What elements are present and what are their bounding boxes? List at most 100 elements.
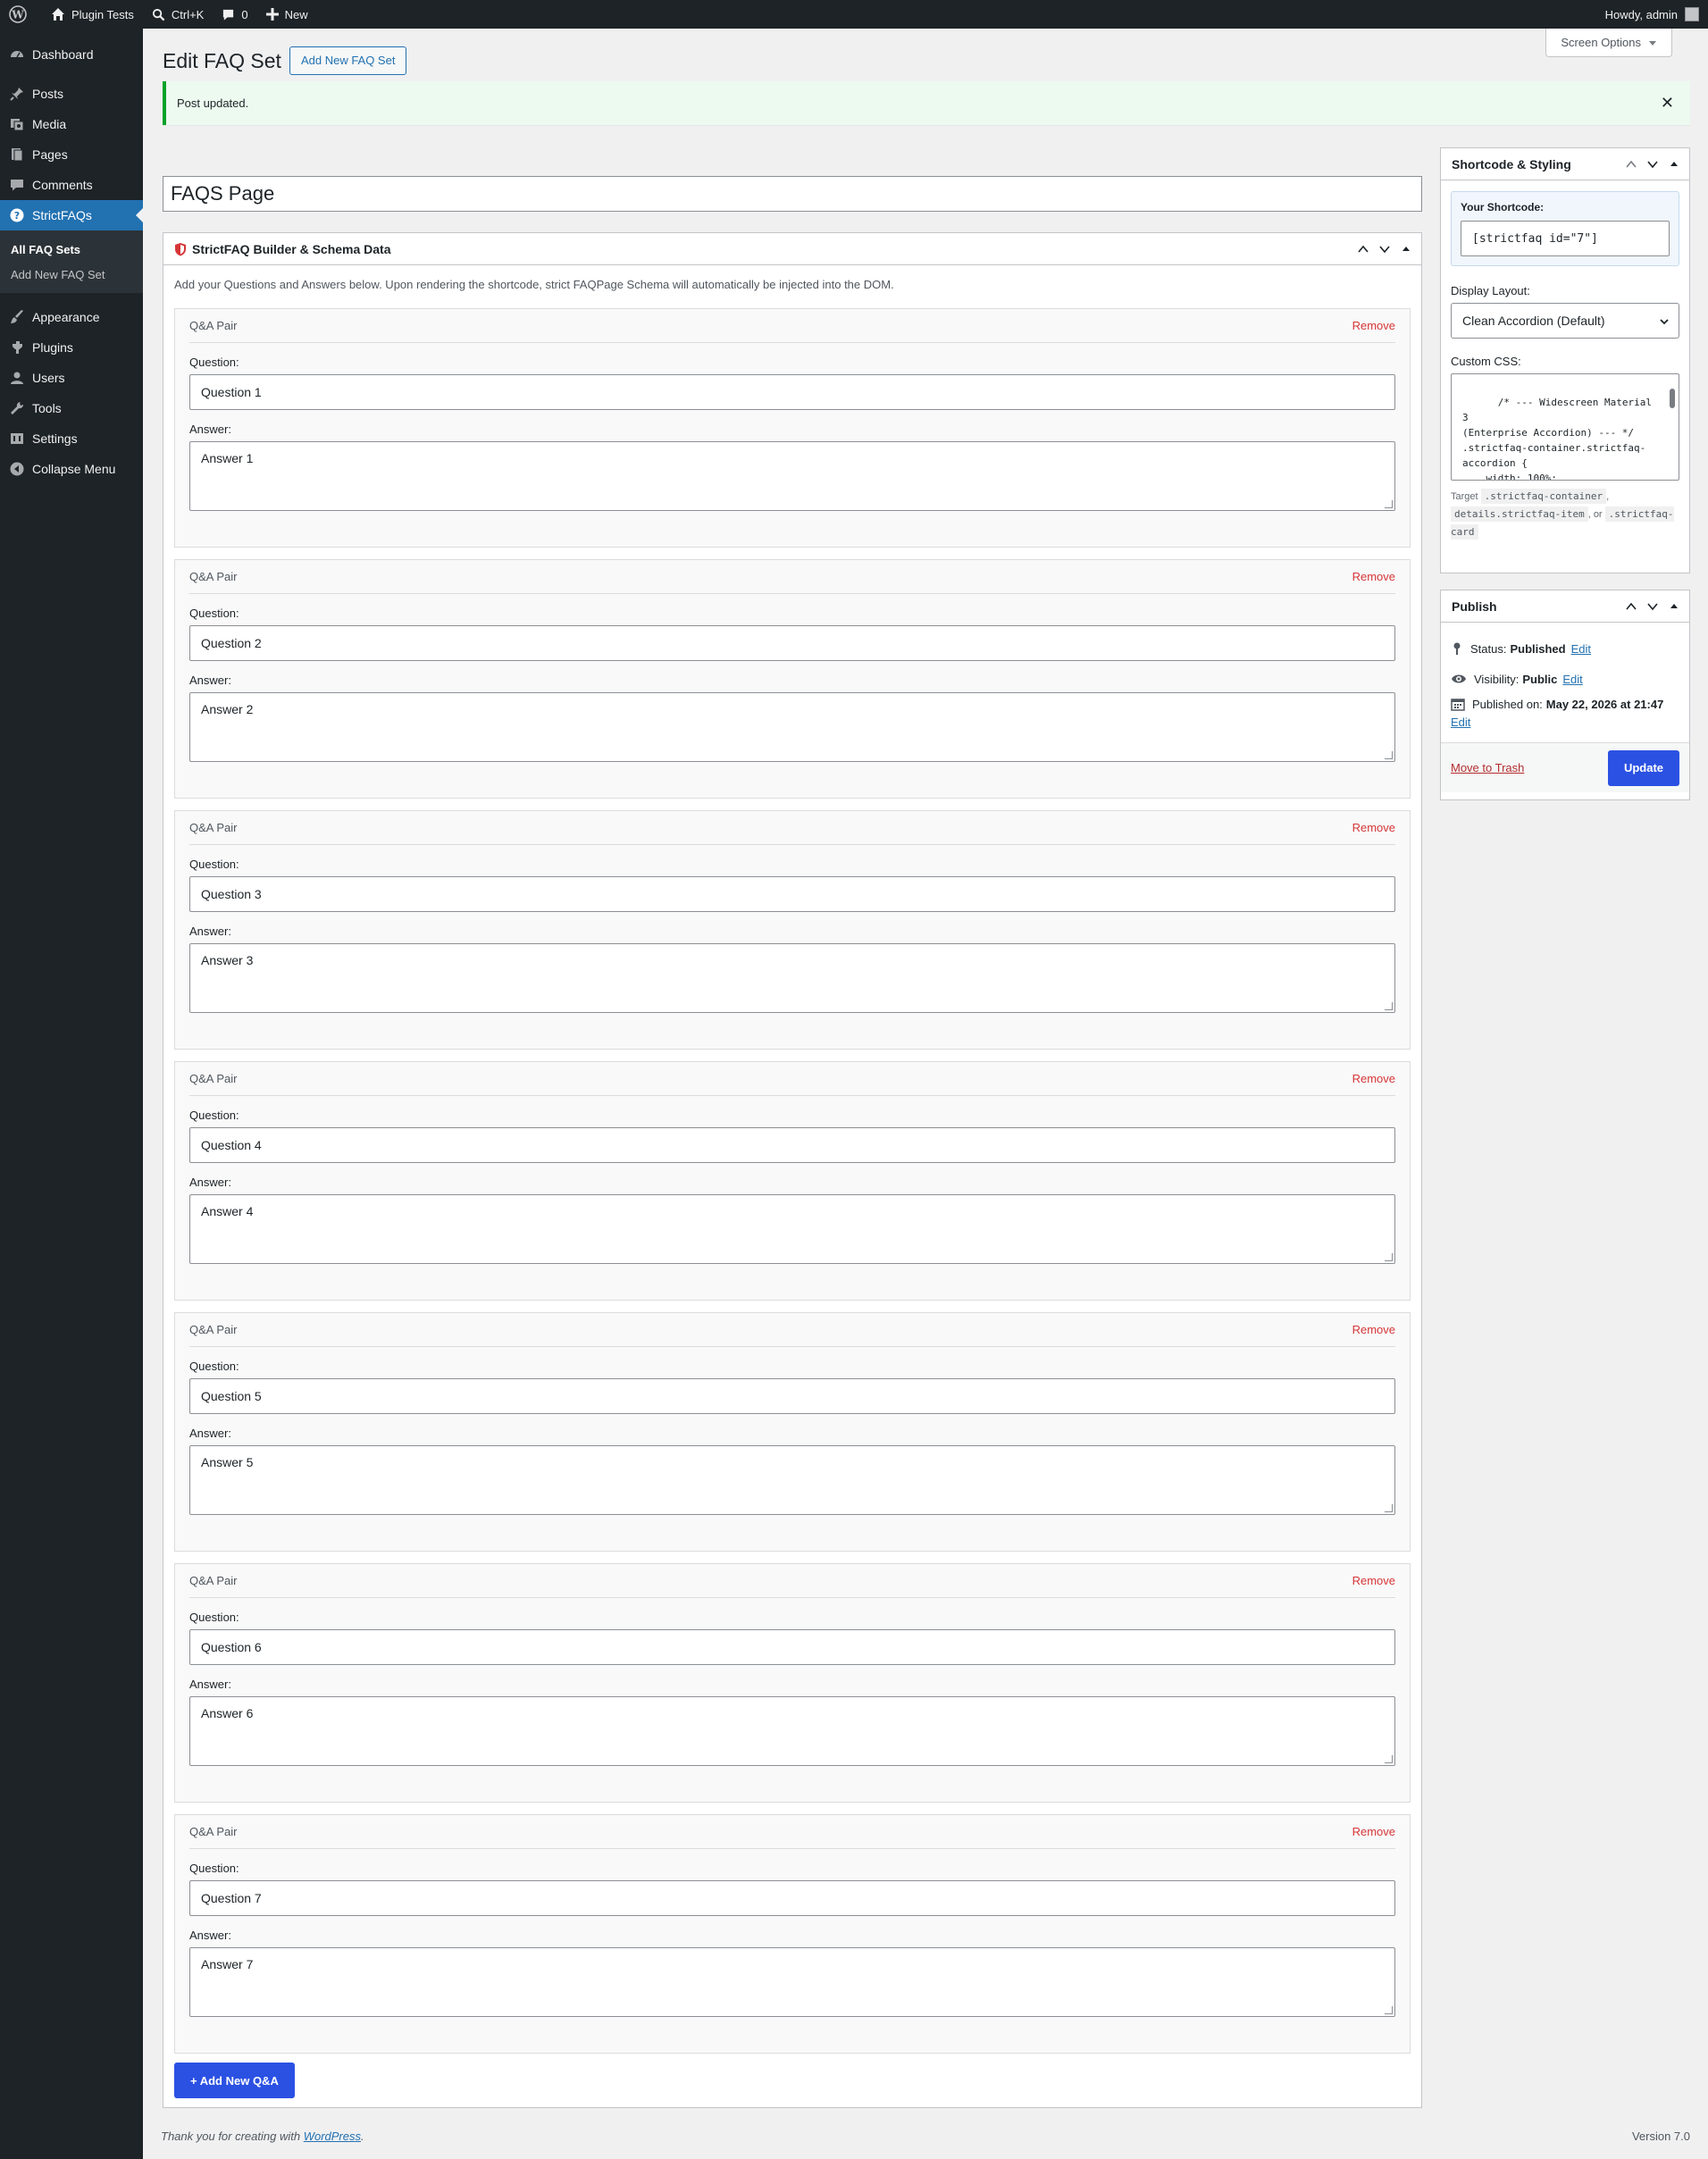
publish-metabox: Publish Status: Published Edit Visibility… bbox=[1440, 590, 1690, 800]
comments-link[interactable]: 0 bbox=[213, 0, 256, 29]
answer-textarea[interactable]: Answer 3 bbox=[189, 943, 1395, 1013]
shortcode-input[interactable]: [strictfaq id="7"] bbox=[1461, 221, 1670, 256]
site-name-link[interactable]: Plugin Tests bbox=[42, 0, 143, 29]
builder-header: StrictFAQ Builder & Schema Data bbox=[163, 233, 1421, 265]
screen-options-button[interactable]: Screen Options bbox=[1545, 29, 1672, 57]
move-up-chevron-icon[interactable] bbox=[1355, 241, 1371, 257]
menu-appearance-label: Appearance bbox=[32, 310, 100, 324]
menu-users[interactable]: Users bbox=[0, 363, 143, 393]
add-new-qa-button[interactable]: + Add New Q&A bbox=[174, 2063, 295, 2098]
menu-settings-label: Settings bbox=[32, 431, 78, 446]
remove-qa-link[interactable]: Remove bbox=[1352, 1323, 1395, 1336]
remove-qa-link[interactable]: Remove bbox=[1352, 821, 1395, 834]
paintbrush-icon bbox=[11, 310, 23, 323]
toggle-panel-caret-icon[interactable] bbox=[1666, 156, 1682, 172]
new-label: New bbox=[284, 7, 308, 21]
shortcode-box-title: Shortcode & Styling bbox=[1452, 156, 1571, 172]
custom-css-label: Custom CSS: bbox=[1451, 355, 1521, 368]
my-account[interactable]: Howdy, admin bbox=[1605, 7, 1708, 21]
answer-label: Answer: bbox=[189, 1929, 231, 1942]
qa-pair-label: Q&A Pair bbox=[189, 1574, 238, 1587]
search-shortcut: Ctrl+K bbox=[171, 7, 205, 21]
menu-dashboard[interactable]: Dashboard bbox=[0, 39, 143, 70]
menu-comments[interactable]: Comments bbox=[0, 170, 143, 200]
answer-label: Answer: bbox=[189, 1176, 231, 1189]
move-down-chevron-icon[interactable] bbox=[1645, 598, 1661, 615]
question-input[interactable]: Question 7 bbox=[189, 1880, 1395, 1916]
shortcode-panel: Your Shortcode: [strictfaq id="7"] bbox=[1451, 191, 1679, 266]
menu-settings[interactable]: Settings bbox=[0, 423, 143, 454]
menu-plugins[interactable]: Plugins bbox=[0, 332, 143, 363]
question-input[interactable]: Question 3 bbox=[189, 876, 1395, 912]
menu-tools[interactable]: Tools bbox=[0, 393, 143, 423]
menu-pages[interactable]: Pages bbox=[0, 139, 143, 170]
edit-date-link[interactable]: Edit bbox=[1451, 715, 1470, 729]
eye-icon bbox=[1452, 674, 1466, 683]
question-label: Question: bbox=[189, 607, 239, 620]
menu-appearance[interactable]: Appearance bbox=[0, 302, 143, 332]
comments-icon bbox=[11, 180, 23, 191]
css-scrollbar[interactable] bbox=[1668, 376, 1677, 478]
edit-visibility-link[interactable]: Edit bbox=[1562, 673, 1582, 686]
answer-textarea[interactable]: Answer 6 bbox=[189, 1696, 1395, 1766]
move-up-chevron-icon[interactable] bbox=[1623, 598, 1639, 615]
move-down-chevron-icon[interactable] bbox=[1645, 156, 1661, 172]
move-to-trash-link[interactable]: Move to Trash bbox=[1451, 761, 1524, 774]
qa-pair-card: Q&A Pair Remove Question: Question 4 Answer:… bbox=[174, 1061, 1411, 1301]
shield-icon bbox=[175, 242, 186, 255]
shortcode-box-header: Shortcode & Styling bbox=[1441, 148, 1689, 180]
display-layout-select[interactable]: Clean Accordion (Default) bbox=[1451, 303, 1679, 339]
menu-media[interactable]: Media bbox=[0, 109, 143, 139]
remove-qa-link[interactable]: Remove bbox=[1352, 319, 1395, 332]
answer-textarea[interactable]: Answer 5 bbox=[189, 1445, 1395, 1515]
footer: Thank you for creating with WordPress. V… bbox=[161, 2130, 1690, 2143]
menu-posts-label: Posts bbox=[32, 87, 64, 101]
remove-qa-link[interactable]: Remove bbox=[1352, 1825, 1395, 1838]
answer-label: Answer: bbox=[189, 925, 231, 938]
footer-thanks: Thank you for creating with bbox=[161, 2130, 301, 2143]
admin-bar: W Plugin Tests Ctrl+K 0 New Howdy, admin bbox=[0, 0, 1708, 29]
shortcode-styling-metabox: Shortcode & Styling Your Shortcode: [str… bbox=[1440, 147, 1690, 573]
menu-posts[interactable]: Posts bbox=[0, 79, 143, 109]
question-input[interactable]: Question 5 bbox=[189, 1378, 1395, 1414]
wordpress-link[interactable]: WordPress bbox=[304, 2130, 361, 2143]
new-content-link[interactable]: New bbox=[257, 0, 317, 29]
qa-pair-card: Q&A Pair Remove Question: Question 6 Answer:… bbox=[174, 1563, 1411, 1803]
question-input[interactable]: Question 1 bbox=[189, 374, 1395, 410]
post-title-input[interactable]: FAQS Page bbox=[163, 176, 1422, 212]
remove-qa-link[interactable]: Remove bbox=[1352, 1072, 1395, 1085]
qa-pair-header: Q&A Pair Remove bbox=[189, 309, 1395, 343]
published-label: Published on: bbox=[1472, 697, 1543, 711]
answer-textarea[interactable]: Answer 1 bbox=[189, 441, 1395, 511]
custom-css-textarea[interactable]: /* --- Widescreen Material 3 (Enterprise… bbox=[1451, 373, 1679, 481]
caret-down-icon bbox=[1649, 40, 1656, 46]
edit-status-link[interactable]: Edit bbox=[1571, 642, 1591, 656]
command-palette-button[interactable]: Ctrl+K bbox=[143, 0, 213, 29]
answer-textarea[interactable]: Answer 4 bbox=[189, 1194, 1395, 1264]
menu-strictfaqs[interactable]: ? StrictFAQs bbox=[0, 200, 143, 230]
move-up-chevron-icon[interactable] bbox=[1623, 156, 1639, 172]
move-down-chevron-icon[interactable] bbox=[1377, 241, 1393, 257]
toggle-panel-caret-icon[interactable] bbox=[1666, 598, 1682, 615]
remove-qa-link[interactable]: Remove bbox=[1352, 570, 1395, 583]
dismiss-close-icon[interactable]: ✕ bbox=[1661, 94, 1674, 113]
notice-text: Post updated. bbox=[177, 96, 249, 110]
question-input[interactable]: Question 2 bbox=[189, 625, 1395, 661]
answer-textarea[interactable]: Answer 7 bbox=[189, 1947, 1395, 2017]
submenu-all-faq-sets[interactable]: All FAQ Sets bbox=[0, 237, 143, 262]
update-button[interactable]: Update bbox=[1607, 749, 1679, 786]
answer-textarea[interactable]: Answer 2 bbox=[189, 692, 1395, 762]
add-new-faq-set-button[interactable]: Add New FAQ Set bbox=[289, 46, 407, 75]
question-input[interactable]: Question 4 bbox=[189, 1127, 1395, 1163]
howdy-text: Howdy, admin bbox=[1604, 7, 1678, 21]
home-icon bbox=[52, 8, 64, 21]
remove-qa-link[interactable]: Remove bbox=[1352, 1574, 1395, 1587]
toggle-panel-caret-icon[interactable] bbox=[1398, 241, 1414, 257]
menu-dashboard-label: Dashboard bbox=[32, 47, 94, 62]
question-input[interactable]: Question 6 bbox=[189, 1629, 1395, 1665]
avatar bbox=[1685, 7, 1699, 21]
wordpress-logo-icon[interactable]: W bbox=[0, 0, 42, 29]
question-label: Question: bbox=[189, 858, 239, 871]
menu-collapse[interactable]: Collapse Menu bbox=[0, 454, 143, 484]
submenu-add-new-faq-set[interactable]: Add New FAQ Set bbox=[0, 262, 143, 287]
